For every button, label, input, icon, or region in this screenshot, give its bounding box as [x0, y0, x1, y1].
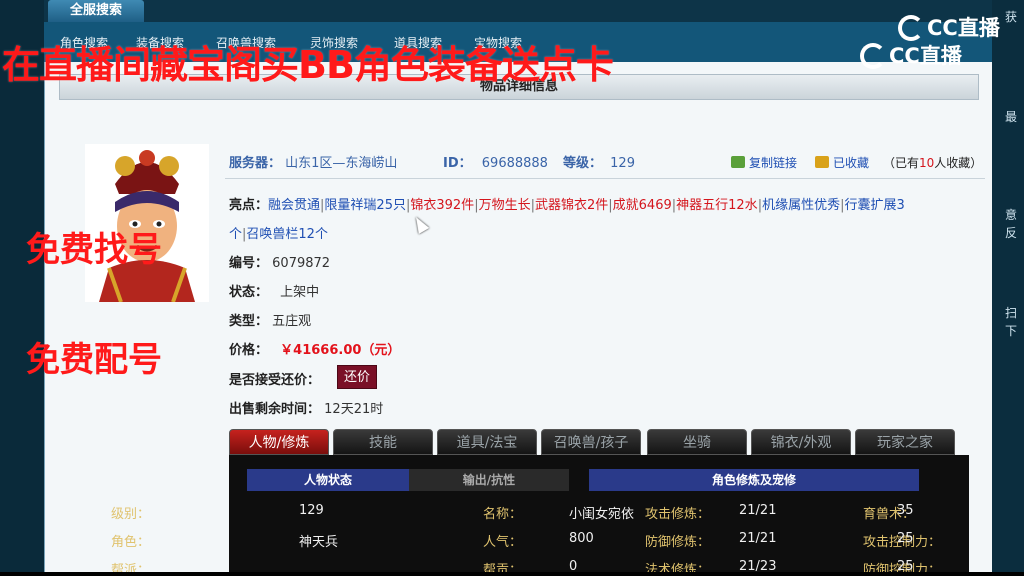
- server-info: 服务器： 山东1区—东海崂山: [229, 152, 397, 171]
- attr-value: 21/21: [739, 531, 777, 546]
- level-label: 等级：: [563, 156, 603, 171]
- stream-overlay-title: 在直播间藏宝阁买BB角色装备送点卡: [2, 43, 614, 87]
- attr-value: 神天兵: [299, 535, 339, 550]
- type-row: 类型： 五庄观: [229, 310, 311, 329]
- highlight-tag[interactable]: 融会贯通: [268, 198, 320, 213]
- attr-label: 角色：: [111, 535, 151, 550]
- stream-overlay-find: 免费找号: [26, 230, 162, 270]
- remaining-time-value: 12天21时: [324, 402, 384, 417]
- counter-offer-button[interactable]: 还价: [337, 365, 377, 389]
- number-label: 编号：: [229, 256, 269, 271]
- favorite-count: （已有10人收藏）: [883, 156, 983, 170]
- tab-items[interactable]: 道具/法宝: [437, 429, 537, 455]
- server-label: 服务器：: [229, 156, 282, 171]
- attr-value: 129: [299, 503, 324, 518]
- app-frame: 全服搜索 角色搜索 装备搜索 召唤兽搜索 灵饰搜索 道具搜索 宝物搜索 物品详细…: [0, 0, 1024, 576]
- cultivation-header: 角色修炼及宠修: [589, 469, 919, 491]
- highlight-tag[interactable]: 锦衣392件: [410, 198, 474, 213]
- type-label: 类型：: [229, 314, 269, 329]
- cc-logo-icon: [898, 15, 924, 41]
- level-value: 129: [610, 156, 635, 171]
- cc-live-logo: CC直播: [860, 40, 962, 70]
- status-label: 状态：: [229, 285, 269, 300]
- tab-mounts[interactable]: 坐骑: [647, 429, 747, 455]
- tab-skills[interactable]: 技能: [333, 429, 433, 455]
- attr-label: 攻击修炼：: [645, 507, 711, 522]
- attr-label: 名称：: [483, 507, 523, 522]
- price-value: ￥41666.00（元）: [280, 343, 401, 358]
- highlight-tag[interactable]: 神器五行12水: [676, 198, 758, 213]
- remaining-time-label: 出售剩余时间：: [229, 402, 321, 417]
- highlights-line2: 个|召唤兽栏12个: [229, 227, 328, 242]
- highlight-tag[interactable]: 成就6469: [613, 198, 672, 213]
- attr-label: 级别：: [111, 507, 151, 522]
- star-icon: [815, 156, 829, 168]
- status-row: 状态： 上架中: [229, 281, 319, 300]
- remaining-time-row: 出售剩余时间： 12天21时: [229, 398, 383, 417]
- bottom-edge: [0, 572, 1024, 576]
- tab-summons[interactable]: 召唤兽/孩子: [541, 429, 641, 455]
- attr-value: 21/21: [739, 503, 777, 518]
- highlights-label: 亮点：: [229, 198, 269, 213]
- stream-overlay-match: 免费配号: [26, 340, 162, 380]
- right-bar-text: 获: [1004, 10, 1017, 24]
- status-value: 上架中: [280, 285, 320, 300]
- attribute-panel: 人物状态 输出/抗性 角色修炼及宠修 级别： 129 名称： 小闺女宛依 攻击修炼： 21…: [111, 455, 969, 576]
- attr-label: 防御修炼：: [645, 535, 711, 550]
- right-bar-text: 下: [1004, 324, 1017, 338]
- right-bar-text: 最: [1004, 110, 1017, 124]
- item-detail-panel: 物品详细信息 服务器： 山东1区—东海崂山 ID： 69688888 等级： 1…: [44, 62, 992, 576]
- id-value: 69688888: [481, 156, 548, 171]
- attr-value: 25: [897, 531, 914, 546]
- price-row: 价格： ￥41666.00（元）: [229, 339, 400, 358]
- id-label: ID：: [443, 156, 472, 171]
- link-icon: [731, 156, 745, 168]
- divider: [225, 178, 985, 179]
- number-row: 编号： 6079872: [229, 252, 330, 271]
- right-bar-text: 扫: [1004, 306, 1017, 320]
- highlight-tag[interactable]: 召唤兽栏12个: [246, 227, 328, 242]
- copy-link-button[interactable]: 复制链接: [731, 154, 797, 171]
- attr-value: 小闺女宛依: [569, 507, 635, 522]
- highlight-tag[interactable]: 武器锦衣2件: [535, 198, 608, 213]
- attr-label: 人气：: [483, 535, 523, 550]
- attr-value: 800: [569, 531, 594, 546]
- type-value: 五庄观: [272, 314, 312, 329]
- tab-character[interactable]: 人物/修炼: [229, 429, 329, 455]
- detail-tabs: 人物/修炼 技能 道具/法宝 召唤兽/孩子 坐骑 锦衣/外观 玩家之家: [229, 429, 969, 455]
- attr-tab-status[interactable]: 人物状态: [247, 469, 409, 491]
- cc-live-logo: CC直播: [898, 12, 1000, 42]
- number-value: 6079872: [272, 256, 331, 271]
- level-info: 等级： 129: [563, 152, 635, 171]
- right-sidebar: 获 最 意 反 扫 下: [992, 0, 1024, 576]
- tab-outfits[interactable]: 锦衣/外观: [751, 429, 851, 455]
- attr-value: 35: [897, 503, 914, 518]
- right-bar-text: 反: [1004, 226, 1017, 240]
- tab-server-search[interactable]: 全服搜索: [48, 0, 144, 22]
- counter-offer-label: 是否接受还价：: [229, 373, 321, 388]
- favorite-button[interactable]: 已收藏: [815, 154, 869, 171]
- right-bar-text: 意: [1004, 208, 1017, 222]
- attr-tab-output[interactable]: 输出/抗性: [409, 469, 569, 491]
- tab-home[interactable]: 玩家之家: [855, 429, 955, 455]
- highlight-tag[interactable]: 限量祥瑞25只: [324, 198, 406, 213]
- counter-offer-row: 是否接受还价：: [229, 369, 320, 388]
- price-label: 价格：: [229, 343, 269, 358]
- highlight-tag[interactable]: 行囊扩展3: [844, 198, 904, 213]
- highlight-tag[interactable]: 机缘属性优秀: [762, 198, 840, 213]
- highlights-line1: 亮点：融会贯通|限量祥瑞25只|锦衣392件|万物生长|武器锦衣2件|成就646…: [229, 198, 905, 213]
- id-info: ID： 69688888: [443, 152, 548, 171]
- cc-logo-icon: [860, 43, 886, 69]
- server-value: 山东1区—东海崂山: [285, 156, 398, 171]
- highlight-tag[interactable]: 万物生长: [479, 198, 531, 213]
- highlight-tag[interactable]: 个: [229, 227, 242, 242]
